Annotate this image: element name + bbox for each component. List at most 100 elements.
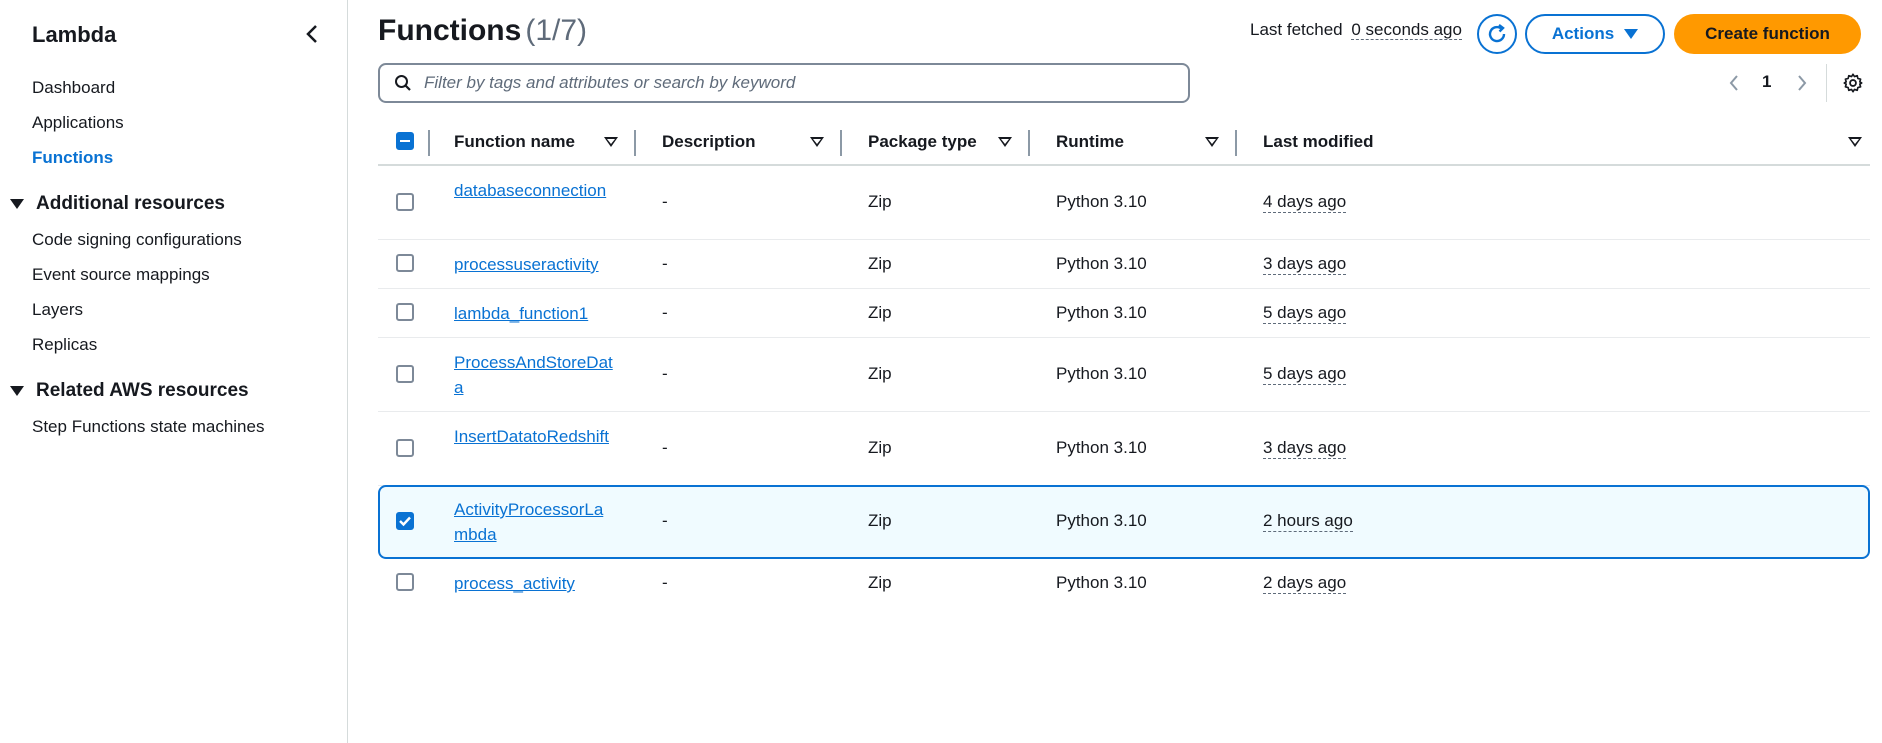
sort-icon[interactable] [604, 137, 618, 147]
search-icon [395, 75, 411, 91]
chevron-left-icon [1729, 75, 1738, 91]
row-checkbox[interactable] [396, 512, 414, 530]
column-header-function-name[interactable]: Function name [454, 132, 575, 152]
last-modified-cell: 2 days ago [1263, 573, 1347, 594]
table-row[interactable]: InsertDatatoRedshift - Zip Python 3.10 3… [378, 412, 1870, 486]
selection-count: (1/7) [525, 14, 588, 47]
next-page-button[interactable] [1790, 70, 1814, 96]
column-divider[interactable] [634, 130, 636, 156]
table-row[interactable]: processuseractivity - Zip Python 3.10 3 … [378, 240, 1870, 289]
sidebar-item-layers[interactable]: Layers [32, 300, 83, 320]
sidebar-title[interactable]: Lambda [32, 22, 116, 48]
row-checkbox[interactable] [396, 365, 414, 383]
row-checkbox[interactable] [396, 303, 414, 321]
sidebar-item-dashboard[interactable]: Dashboard [32, 78, 115, 98]
last-modified-cell: 3 days ago [1263, 254, 1347, 275]
table-settings-button[interactable] [1840, 70, 1866, 96]
description-cell: - [662, 303, 668, 322]
functions-table: Function name Description Package type R… [378, 120, 1870, 608]
runtime-cell: Python 3.10 [1056, 192, 1147, 211]
sidebar-item-replicas[interactable]: Replicas [32, 335, 97, 355]
sort-icon[interactable] [998, 137, 1012, 147]
last-modified-cell: 5 days ago [1263, 303, 1347, 324]
sort-icon[interactable] [810, 137, 824, 147]
last-modified-cell: 4 days ago [1263, 192, 1347, 213]
description-cell: - [662, 511, 668, 530]
table-row[interactable]: lambda_function1 - Zip Python 3.10 5 day… [378, 289, 1870, 338]
description-cell: - [662, 438, 668, 457]
runtime-cell: Python 3.10 [1056, 573, 1147, 592]
previous-page-button[interactable] [1722, 70, 1746, 96]
actions-dropdown-button[interactable]: Actions [1525, 14, 1665, 54]
section-title: Additional resources [36, 193, 225, 214]
table-row[interactable]: databaseconnection - Zip Python 3.10 4 d… [378, 166, 1870, 240]
chevron-left-icon [306, 25, 317, 43]
last-modified-cell: 5 days ago [1263, 364, 1347, 385]
last-fetched: Last fetched 0 seconds ago [1250, 20, 1462, 40]
row-checkbox[interactable] [396, 193, 414, 211]
row-checkbox[interactable] [396, 439, 414, 457]
description-cell: - [662, 254, 668, 273]
caret-down-icon [10, 199, 24, 209]
table-row[interactable]: process_activity - Zip Python 3.10 2 day… [378, 559, 1870, 608]
row-checkbox[interactable] [396, 573, 414, 591]
refresh-icon [1488, 24, 1506, 43]
sidebar-item-event-source-mappings[interactable]: Event source mappings [32, 265, 210, 285]
column-header-description[interactable]: Description [662, 132, 756, 152]
chevron-right-icon [1798, 75, 1807, 91]
package-type-cell: Zip [868, 254, 892, 273]
sidebar-item-step-functions[interactable]: Step Functions state machines [32, 417, 264, 437]
section-additional-resources[interactable]: Additional resources [10, 193, 225, 215]
refresh-button[interactable] [1477, 14, 1517, 54]
pager-divider [1826, 64, 1827, 102]
last-modified-cell: 2 hours ago [1263, 511, 1353, 532]
section-related-aws-resources[interactable]: Related AWS resources [10, 380, 249, 402]
last-fetched-label: Last fetched [1250, 20, 1343, 39]
function-name-link[interactable]: ActivityProcessorLambda [454, 497, 614, 547]
function-name-link[interactable]: InsertDatatoRedshift [454, 424, 614, 449]
create-function-button[interactable]: Create function [1674, 14, 1861, 54]
function-name-link[interactable]: ProcessAndStoreData [454, 350, 614, 400]
sidebar-item-functions[interactable]: Functions [32, 148, 113, 168]
package-type-cell: Zip [868, 438, 892, 457]
sidebar-item-applications[interactable]: Applications [32, 113, 124, 133]
runtime-cell: Python 3.10 [1056, 364, 1147, 383]
page-title-text: Functions [378, 14, 522, 47]
function-name-link[interactable]: lambda_function1 [454, 301, 634, 326]
column-header-last-modified[interactable]: Last modified [1263, 132, 1374, 152]
table-row-selected[interactable]: ActivityProcessorLambda - Zip Python 3.1… [378, 485, 1870, 559]
search-input[interactable] [424, 73, 1184, 93]
last-fetched-value: 0 seconds ago [1351, 20, 1462, 40]
collapse-sidebar-button[interactable] [300, 22, 324, 46]
row-checkbox[interactable] [396, 254, 414, 272]
table-row[interactable]: ProcessAndStoreData - Zip Python 3.10 5 … [378, 338, 1870, 412]
column-header-package-type[interactable]: Package type [868, 132, 977, 152]
package-type-cell: Zip [868, 573, 892, 592]
checkmark-icon [399, 516, 411, 527]
function-name-link[interactable]: process_activity [454, 571, 634, 596]
sidebar-item-code-signing[interactable]: Code signing configurations [32, 230, 242, 250]
caret-down-icon [1624, 29, 1639, 39]
table-header: Function name Description Package type R… [378, 120, 1870, 166]
actions-label: Actions [1551, 24, 1615, 43]
function-name-link[interactable]: databaseconnection [454, 178, 614, 203]
runtime-cell: Python 3.10 [1056, 254, 1147, 273]
column-divider [428, 130, 430, 156]
runtime-cell: Python 3.10 [1056, 511, 1147, 530]
runtime-cell: Python 3.10 [1056, 438, 1147, 457]
page-number[interactable]: 1 [1762, 72, 1771, 92]
description-cell: - [662, 573, 668, 592]
sort-icon[interactable] [1205, 137, 1219, 147]
function-name-link[interactable]: processuseractivity [454, 252, 634, 277]
package-type-cell: Zip [868, 511, 892, 530]
runtime-cell: Python 3.10 [1056, 303, 1147, 322]
column-divider[interactable] [1235, 130, 1237, 156]
column-divider[interactable] [840, 130, 842, 156]
sort-icon[interactable] [1848, 137, 1862, 147]
gear-icon [1843, 73, 1863, 93]
select-all-checkbox[interactable] [396, 132, 414, 150]
side-navigation: Lambda Dashboard Applications Functions … [0, 0, 348, 743]
column-divider[interactable] [1028, 130, 1030, 156]
last-modified-cell: 3 days ago [1263, 438, 1347, 459]
column-header-runtime[interactable]: Runtime [1056, 132, 1124, 152]
